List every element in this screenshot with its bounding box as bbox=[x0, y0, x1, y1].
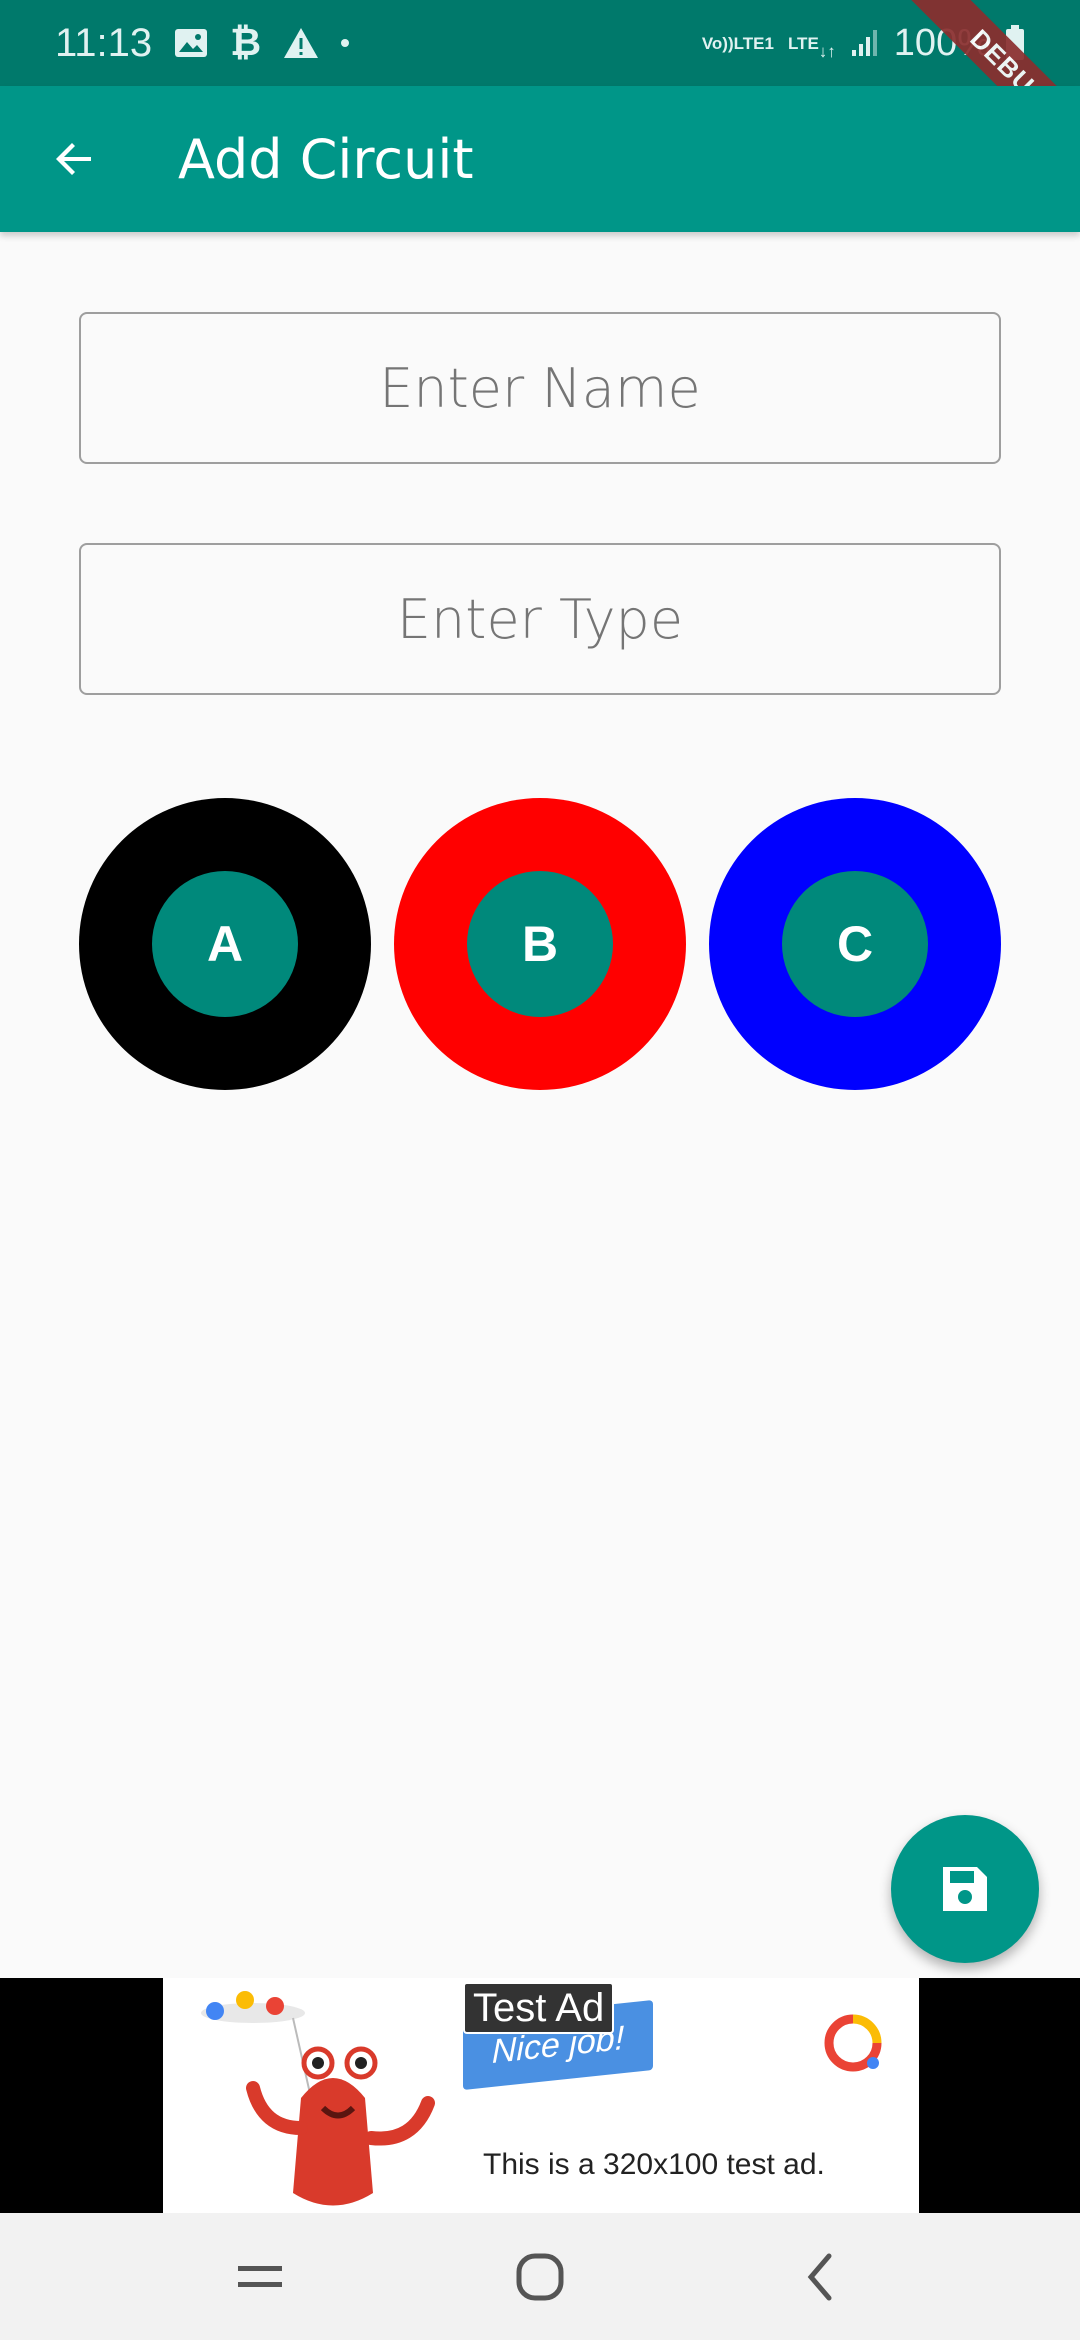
circuit-c-button[interactable]: C bbox=[709, 798, 1001, 1090]
circuit-c-label: C bbox=[782, 871, 928, 1017]
warning-icon bbox=[283, 27, 319, 59]
lte-icon: LTE ↓↑ bbox=[787, 33, 836, 61]
signal-icon bbox=[850, 28, 880, 58]
ad-logo-icon bbox=[824, 2014, 882, 2072]
home-button[interactable] bbox=[490, 2227, 590, 2327]
image-icon bbox=[174, 28, 208, 58]
nav-back-button[interactable] bbox=[770, 2227, 870, 2327]
status-time: 11:13 bbox=[55, 20, 153, 65]
circuit-b-label: B bbox=[467, 871, 613, 1017]
home-icon bbox=[516, 2253, 564, 2300]
volte-icon: Vo)) LTE1 bbox=[701, 33, 774, 53]
name-input[interactable] bbox=[81, 314, 999, 462]
bitcoin-icon: ₿ bbox=[230, 21, 262, 64]
system-nav-bar bbox=[0, 2213, 1080, 2340]
circuit-a-label: A bbox=[152, 871, 298, 1017]
recent-apps-button[interactable] bbox=[210, 2227, 310, 2327]
back-icon bbox=[807, 2253, 832, 2300]
test-ad-label: Test Ad bbox=[463, 1982, 615, 2034]
save-icon bbox=[943, 1867, 987, 1911]
name-field[interactable] bbox=[79, 312, 1001, 464]
circuit-a-button[interactable]: A bbox=[79, 798, 371, 1090]
ad-body-text: This is a 320x100 test ad. bbox=[483, 2148, 825, 2181]
mascot-illustration bbox=[201, 1991, 435, 2206]
type-field[interactable] bbox=[79, 543, 1001, 695]
circuit-selector: A B C bbox=[79, 798, 1001, 1090]
arrow-left-icon bbox=[56, 143, 91, 175]
back-button[interactable] bbox=[35, 119, 115, 199]
recent-apps-icon bbox=[238, 2265, 282, 2287]
app-bar: Add Circuit bbox=[0, 86, 1080, 232]
save-button[interactable] bbox=[891, 1815, 1039, 1963]
page-title: Add Circuit bbox=[178, 127, 474, 191]
dot-icon bbox=[341, 39, 350, 47]
type-input[interactable] bbox=[81, 545, 999, 693]
circuit-b-button[interactable]: B bbox=[394, 798, 686, 1090]
